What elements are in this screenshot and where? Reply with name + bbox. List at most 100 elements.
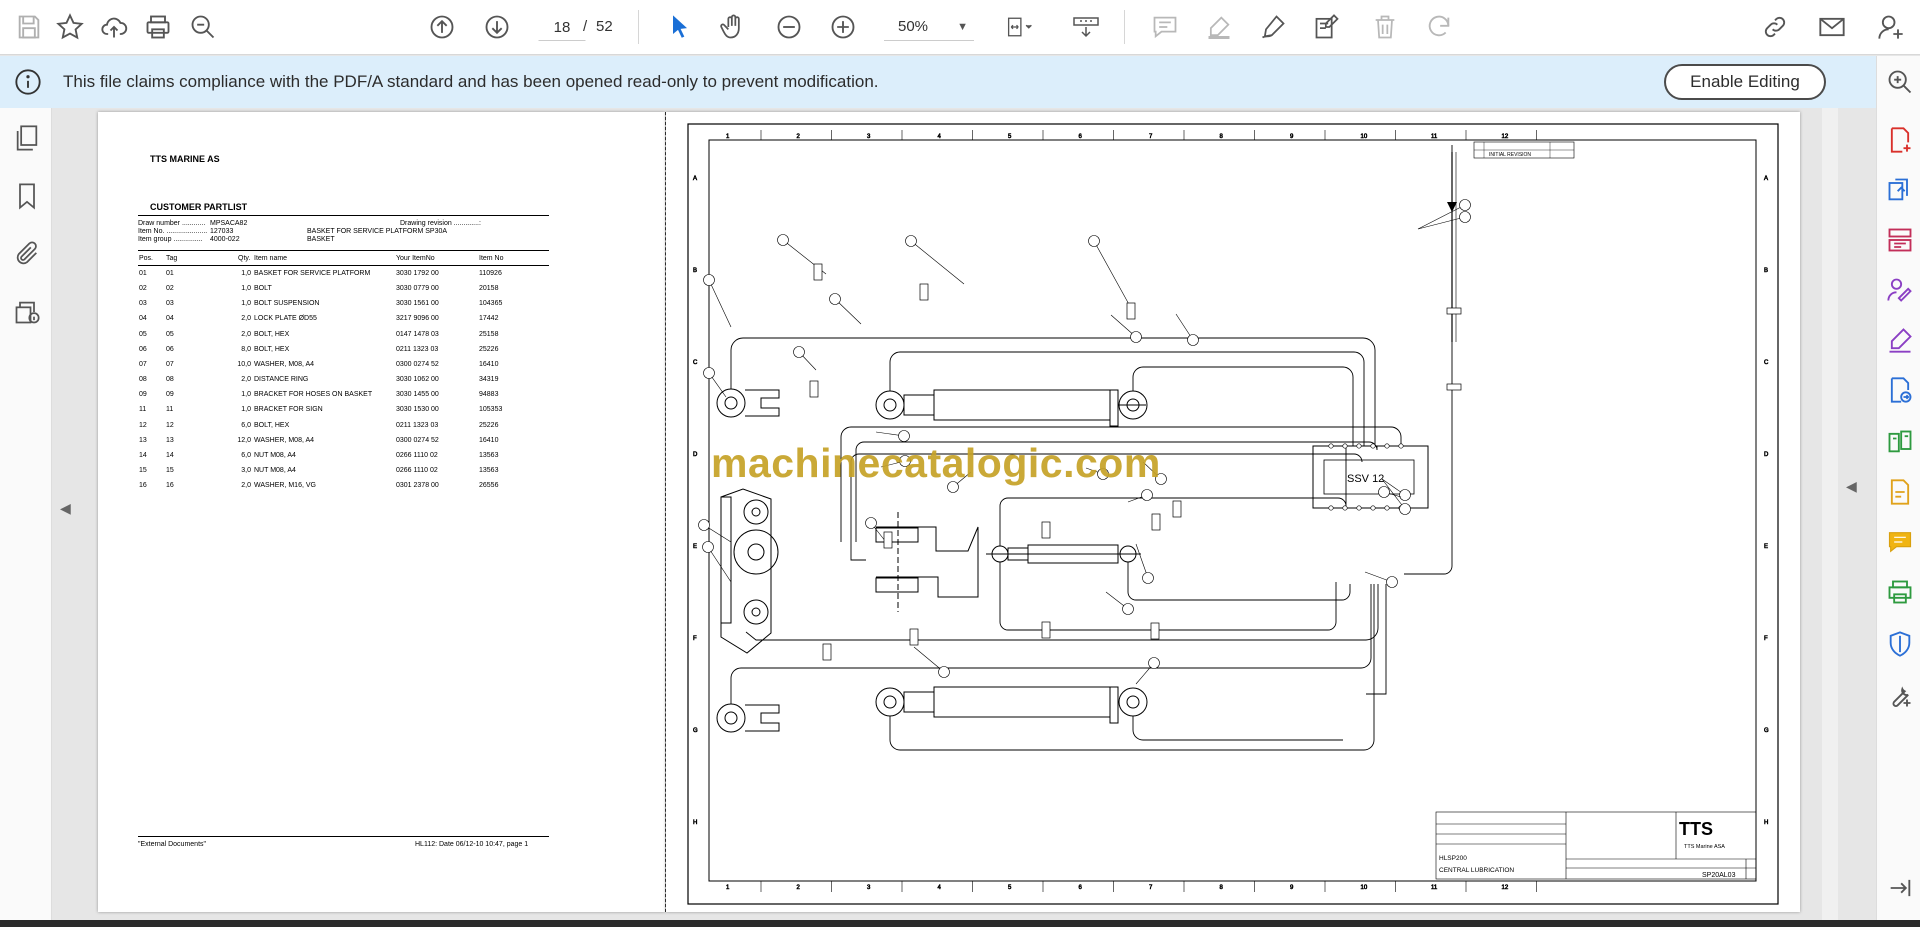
previous-page-icon[interactable]	[425, 10, 459, 44]
scan-ocr-icon[interactable]	[1884, 476, 1916, 508]
distributor-port	[1342, 505, 1348, 511]
col-header-pos: Pos.	[139, 255, 154, 262]
edit-text-icon[interactable]	[1310, 10, 1344, 44]
table-cell: 14	[166, 451, 174, 459]
grid-number: 5	[1008, 885, 1012, 891]
request-signatures-icon[interactable]	[1884, 274, 1916, 306]
table-cell: 2,0	[241, 315, 251, 323]
collapse-left-panel-icon[interactable]: ◀	[60, 500, 72, 520]
add-user-icon[interactable]	[1874, 10, 1908, 44]
table-cell: 3030 1792 00	[396, 270, 439, 277]
grid-number: 8	[1220, 885, 1224, 891]
comment-tool-icon[interactable]	[1884, 526, 1916, 558]
grid-letter: E	[1764, 544, 1768, 550]
highlight-pen-icon[interactable]	[1202, 10, 1236, 44]
callout-balloon	[829, 293, 841, 305]
table-cell: 13563	[479, 466, 499, 474]
hose-clip	[813, 263, 823, 281]
bookmarks-icon[interactable]	[11, 180, 43, 212]
table-cell: WASHER, M08, A4	[254, 436, 315, 444]
save-icon[interactable]	[12, 10, 46, 44]
table-cell: 3030 0779 00	[396, 285, 439, 293]
compare-files-icon[interactable]	[1884, 426, 1916, 458]
email-envelope-icon[interactable]	[1815, 10, 1849, 44]
table-cell: 3030 1561 00	[396, 300, 439, 308]
grid-letter: A	[693, 176, 697, 182]
zoom-in-icon[interactable]	[826, 10, 860, 44]
table-cell: 03	[166, 300, 174, 308]
page-number-input[interactable]: 18	[538, 13, 586, 41]
watermark-text: machinecatalogic.com	[711, 440, 1161, 486]
more-tools-wrench-icon[interactable]	[1884, 680, 1916, 712]
hose-clip	[909, 628, 919, 646]
scroll-mode-icon[interactable]	[1068, 10, 1104, 44]
print-production-icon[interactable]	[1884, 576, 1916, 608]
bookmark-star-icon[interactable]	[53, 10, 87, 44]
expand-panel-arrow-icon[interactable]	[1884, 872, 1916, 904]
distributor-port	[1328, 443, 1334, 449]
search-zoom-icon[interactable]	[1884, 66, 1916, 98]
grid-letter: F	[1764, 636, 1768, 642]
callout-leader	[1417, 204, 1466, 230]
hand-tool-icon[interactable]	[716, 10, 750, 44]
table-cell: 3217 9096 00	[396, 315, 439, 323]
page-fit-icon[interactable]	[996, 10, 1044, 44]
share-link-icon[interactable]	[1758, 10, 1792, 44]
draw-number-label: Draw number ............	[138, 220, 206, 227]
comment-icon[interactable]	[1148, 10, 1182, 44]
document-properties-icon[interactable]	[11, 296, 43, 328]
vertical-scrollbar[interactable]	[1822, 108, 1838, 920]
table-cell: 02	[166, 285, 174, 293]
col-header-your-itemno: Your ItemNo	[396, 255, 435, 262]
col-header-item-name: Item name	[254, 255, 288, 262]
brand-subtitle: TTS Marine ASA	[1684, 844, 1725, 850]
table-cell: BASKET FOR SERVICE PLATFORM	[254, 270, 371, 277]
footer-date-page: HL112: Date 06/12-10 10:47, page 1	[415, 841, 529, 848]
upload-cloud-icon[interactable]	[97, 10, 131, 44]
table-cell: WASHER, M08, A4	[254, 360, 315, 368]
callout-balloon	[1088, 235, 1100, 247]
distributor-label: SSV 12	[1347, 473, 1384, 485]
organize-pages-icon[interactable]	[1884, 224, 1916, 256]
page-thumbnails-icon[interactable]	[11, 122, 43, 154]
grid-number: 7	[1149, 885, 1153, 891]
revision-note: INITIAL REVISION	[1489, 152, 1531, 158]
draw-freehand-icon[interactable]	[1256, 10, 1290, 44]
protect-shield-icon[interactable]	[1884, 628, 1916, 660]
fill-and-sign-icon[interactable]	[1884, 324, 1916, 356]
next-page-icon[interactable]	[480, 10, 514, 44]
item-group-value: 4000-022	[210, 236, 240, 243]
table-cell: 03	[139, 300, 147, 308]
distributor-port	[1370, 443, 1376, 449]
grid-number: 6	[1079, 885, 1083, 891]
table-cell: 06	[166, 345, 174, 353]
combine-files-icon[interactable]	[1884, 174, 1916, 206]
left-navigation-rail	[0, 108, 52, 920]
table-cell: 16	[166, 482, 174, 490]
table-cell: 3030 1455 00	[396, 391, 439, 399]
print-icon[interactable]	[141, 10, 175, 44]
grid-number: 8	[1220, 134, 1224, 140]
callout-balloon	[1130, 331, 1142, 343]
callout-balloon	[793, 346, 805, 358]
item-no-label: Item No. .....................	[138, 228, 208, 235]
select-cursor-icon[interactable]	[663, 10, 697, 44]
zoom-out-icon[interactable]	[772, 10, 806, 44]
hose-clip	[809, 380, 819, 398]
redo-icon[interactable]	[1422, 10, 1456, 44]
export-pdf-icon[interactable]	[1884, 374, 1916, 406]
page-separator: /	[583, 18, 588, 35]
zoom-search-icon[interactable]	[186, 10, 220, 44]
delete-trash-icon[interactable]	[1368, 10, 1402, 44]
grid-number: 5	[1008, 134, 1012, 140]
zoom-level-select[interactable]: 50% ▼	[884, 13, 974, 41]
table-cell: 13	[166, 436, 174, 444]
attachments-paperclip-icon[interactable]	[11, 238, 43, 270]
table-cell: 0300 0274 52	[396, 360, 439, 368]
enable-editing-button[interactable]: Enable Editing	[1664, 64, 1826, 100]
table-cell: 2,0	[241, 482, 251, 490]
create-pdf-icon[interactable]	[1884, 124, 1916, 156]
distributor-port	[1342, 443, 1348, 449]
distributor-port	[1370, 505, 1376, 511]
collapse-right-panel-icon[interactable]: ◀	[1846, 478, 1858, 498]
